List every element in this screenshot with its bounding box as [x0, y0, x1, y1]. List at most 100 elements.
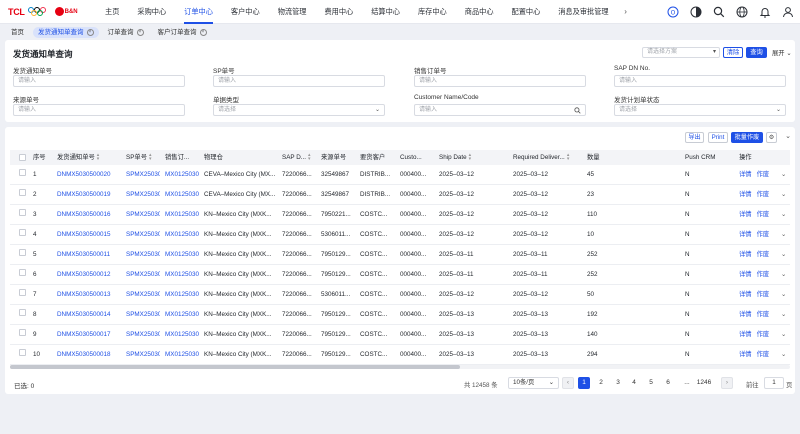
chevron-down-icon[interactable]: ⌄	[781, 205, 789, 225]
cell-sp[interactable]: SPMX25030	[126, 205, 160, 225]
bell-icon[interactable]	[759, 6, 771, 18]
detail-link[interactable]: 详情	[739, 331, 752, 338]
column-header[interactable]: SP单号 ▴ ▾	[126, 150, 162, 165]
sort-icon[interactable]: ▴ ▾	[567, 153, 570, 162]
user-icon[interactable]	[782, 6, 794, 18]
void-link[interactable]: 作废	[757, 291, 770, 298]
cell-dn[interactable]: DNMX5030500018	[57, 345, 121, 365]
clear-button[interactable]: 清除	[723, 47, 743, 58]
page-number[interactable]: 3	[612, 377, 624, 389]
row-checkbox[interactable]	[19, 169, 26, 176]
chevron-down-icon[interactable]: ⌄	[781, 225, 789, 245]
page-size-select[interactable]: 10条/页 ⌄	[508, 377, 559, 389]
detail-link[interactable]: 详情	[739, 291, 752, 298]
filter-field[interactable]: 请输入	[614, 75, 786, 87]
void-link[interactable]: 作废	[757, 271, 770, 278]
close-icon[interactable]: ×	[199, 28, 207, 36]
menu-item[interactable]: 库存中心	[409, 0, 456, 24]
dark-mode-icon[interactable]	[690, 6, 702, 18]
cell-sp[interactable]: SPMX25030	[126, 285, 160, 305]
sort-icon[interactable]: ▴ ▾	[469, 153, 472, 162]
menu-item[interactable]: 主页	[96, 0, 128, 24]
chevron-down-icon[interactable]: ⌄	[781, 265, 789, 285]
detail-link[interactable]: 详情	[739, 211, 752, 218]
void-link[interactable]: 作废	[757, 231, 770, 238]
tab[interactable]: 首页	[6, 27, 29, 38]
column-header[interactable]: 发货通知单号 ▴ ▾	[57, 150, 123, 165]
void-link[interactable]: 作废	[757, 351, 770, 358]
row-checkbox[interactable]	[19, 329, 26, 336]
chevron-down-icon[interactable]: ⌄	[781, 245, 789, 265]
row-checkbox[interactable]	[19, 289, 26, 296]
menu-item[interactable]: 物流管理	[269, 0, 316, 24]
column-header[interactable]: Required Deliver... ▴ ▾	[513, 150, 583, 165]
detail-link[interactable]: 详情	[739, 271, 752, 278]
cell-so[interactable]: MX01250305	[165, 165, 199, 185]
cell-sp[interactable]: SPMX25030	[126, 345, 160, 365]
cell-sp[interactable]: SPMX25030	[126, 225, 160, 245]
column-header[interactable]: SAP D... ▴ ▾	[282, 150, 318, 165]
close-icon[interactable]: ×	[136, 28, 144, 36]
cell-so[interactable]: MX01250305	[165, 265, 199, 285]
chevron-down-icon[interactable]: ⌄	[781, 285, 789, 305]
column-settings-button[interactable]: ⚙	[766, 132, 777, 143]
filter-field[interactable]: 请选择 ⌄	[213, 104, 385, 116]
row-checkbox[interactable]	[19, 209, 26, 216]
cell-dn[interactable]: DNMX5030500019	[57, 185, 121, 205]
cell-so[interactable]: MX01250305	[165, 345, 199, 365]
cell-sp[interactable]: SPMX25030	[126, 305, 160, 325]
void-link[interactable]: 作废	[757, 331, 770, 338]
horizontal-scrollbar[interactable]	[10, 365, 790, 369]
menu-item[interactable]: 商品中心	[456, 0, 503, 24]
detail-link[interactable]: 详情	[739, 351, 752, 358]
tab[interactable]: 客户订单查询 ×	[153, 27, 212, 38]
export-button[interactable]: 导出	[685, 132, 704, 143]
select-all-checkbox[interactable]	[19, 154, 26, 161]
column-header[interactable]: Ship Date ▴ ▾	[439, 150, 509, 165]
page-number[interactable]: 4	[628, 377, 640, 389]
chevron-down-icon[interactable]: ⌄	[781, 325, 789, 345]
menu-more-arrow[interactable]: ›	[618, 0, 634, 24]
scrollbar-thumb[interactable]	[10, 365, 460, 369]
filter-field[interactable]: 请输入	[13, 75, 185, 87]
menu-item[interactable]: 费用中心	[315, 0, 362, 24]
menu-item[interactable]: 结算中心	[362, 0, 409, 24]
sort-icon[interactable]: ▴ ▾	[149, 153, 152, 162]
search-icon[interactable]	[713, 6, 725, 18]
chevron-down-icon[interactable]: ⌄	[781, 185, 789, 205]
globe-icon[interactable]	[736, 6, 748, 18]
detail-link[interactable]: 详情	[739, 191, 752, 198]
cell-sp[interactable]: SPMX25030	[126, 245, 160, 265]
page-number[interactable]: 2	[595, 377, 607, 389]
cell-dn[interactable]: DNMX5030500014	[57, 305, 121, 325]
olympic-icon[interactable]: O	[667, 6, 679, 18]
filter-field[interactable]: 请输入	[213, 75, 385, 87]
page-number[interactable]: 1	[578, 377, 590, 389]
cell-so[interactable]: MX01250305	[165, 285, 199, 305]
detail-link[interactable]: 详情	[739, 231, 752, 238]
void-link[interactable]: 作废	[757, 171, 770, 178]
cell-so[interactable]: MX01250305	[165, 325, 199, 345]
close-icon[interactable]: ×	[86, 28, 94, 36]
brand-logo[interactable]: TCL B&N	[0, 0, 96, 24]
page-number[interactable]: 5	[645, 377, 657, 389]
cell-sp[interactable]: SPMX25030	[126, 325, 160, 345]
expand-toggle[interactable]: 展开 ⌄	[772, 48, 792, 57]
detail-link[interactable]: 详情	[739, 311, 752, 318]
void-link[interactable]: 作废	[757, 311, 770, 318]
detail-link[interactable]: 详情	[739, 251, 752, 258]
menu-item[interactable]: 客户中心	[222, 0, 269, 24]
print-button[interactable]: Print	[708, 132, 728, 143]
scheme-select[interactable]: 请选择方案 ▾	[642, 47, 720, 58]
cell-dn[interactable]: DNMX5030500016	[57, 205, 121, 225]
tab[interactable]: 发货通知单查询 ×	[33, 26, 99, 38]
cell-dn[interactable]: DNMX5030500011	[57, 245, 121, 265]
chevron-down-icon[interactable]: ⌄	[781, 165, 789, 185]
filter-field[interactable]: 请输入	[13, 104, 185, 116]
void-link[interactable]: 作废	[757, 191, 770, 198]
row-checkbox[interactable]	[19, 349, 26, 356]
filter-field[interactable]: 请输入	[414, 104, 586, 116]
chevron-down-icon[interactable]: ⌄	[781, 345, 789, 365]
menu-item[interactable]: 采购中心	[128, 0, 175, 24]
row-checkbox[interactable]	[19, 269, 26, 276]
